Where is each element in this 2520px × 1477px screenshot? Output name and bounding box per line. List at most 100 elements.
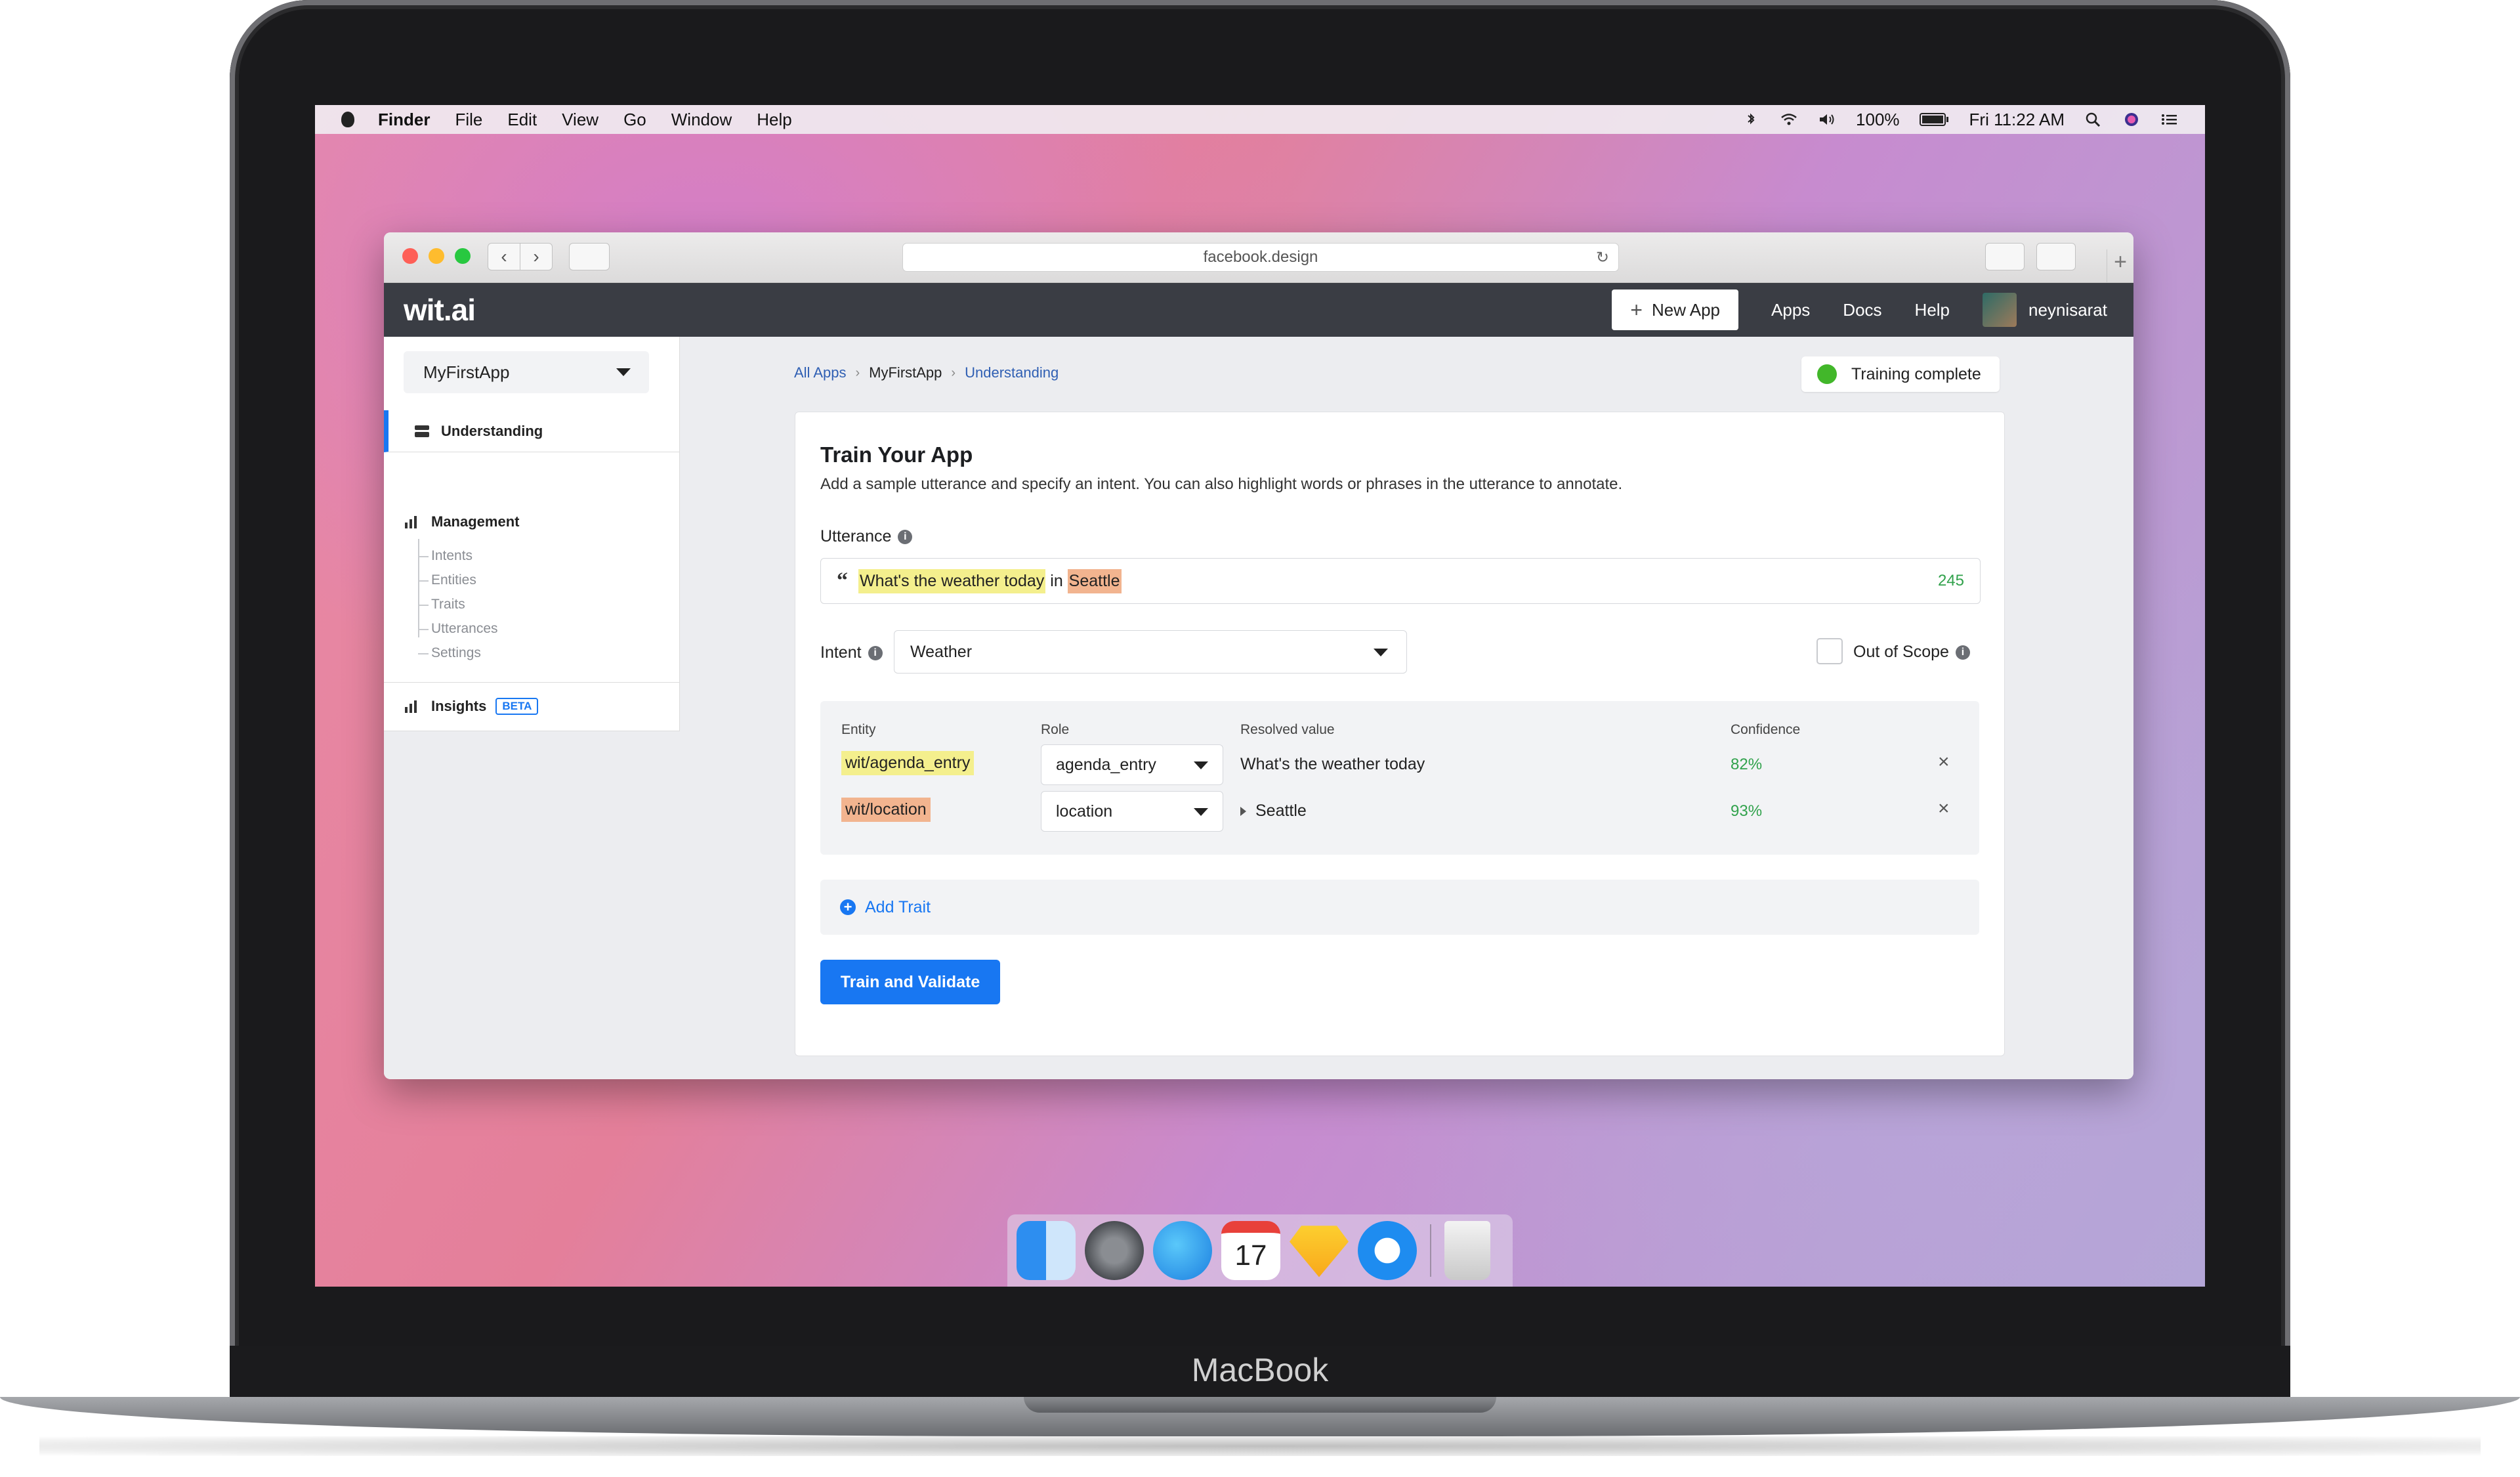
sidebar-item-intents[interactable]: Intents — [431, 548, 472, 564]
share-icon[interactable] — [1985, 243, 2025, 270]
username[interactable]: neynisarat — [2028, 300, 2107, 320]
train-card: Train Your App Add a sample utterance an… — [795, 412, 2005, 1056]
close-window-button[interactable] — [402, 248, 418, 264]
entity-tag-location[interactable]: wit/location — [841, 798, 931, 822]
sketch-icon[interactable] — [1290, 1226, 1349, 1277]
battery-percent: 100% — [1856, 109, 1900, 129]
expand-triangle-icon — [1240, 807, 1246, 817]
resolved-value: What's the weather today — [1240, 755, 1425, 773]
laptop-notch — [1024, 1397, 1496, 1413]
sidebar-item-traits[interactable]: Traits — [431, 597, 465, 612]
sidebar-item-understanding[interactable]: Understanding — [384, 410, 679, 452]
menu-help[interactable]: Help — [757, 110, 791, 130]
wit-logo[interactable]: wit.ai — [404, 292, 476, 328]
page-title: Train Your App — [820, 442, 973, 467]
nav-help[interactable]: Help — [1915, 300, 1950, 320]
menu-window[interactable]: Window — [671, 110, 732, 130]
out-of-scope-checkbox[interactable] — [1816, 638, 1843, 664]
menu-go[interactable]: Go — [623, 110, 646, 130]
sidebar-item-label: Insights — [431, 698, 487, 714]
confidence-value: 82% — [1731, 756, 1763, 773]
nav-apps[interactable]: Apps — [1771, 300, 1810, 320]
column-header-role: Role — [1041, 722, 1070, 737]
utterance-label-text: Utterance — [820, 527, 892, 546]
nav-docs[interactable]: Docs — [1843, 300, 1881, 320]
new-tab-icon[interactable]: + — [2107, 249, 2133, 282]
reload-icon[interactable]: ↻ — [1596, 248, 1609, 267]
info-icon[interactable]: i — [898, 529, 913, 544]
menu-file[interactable]: File — [455, 110, 482, 130]
info-icon[interactable]: i — [1955, 645, 1970, 660]
sidebar-item-management[interactable]: Management — [384, 509, 679, 535]
siri-icon[interactable] — [2122, 112, 2141, 127]
character-count: 245 — [1937, 572, 1964, 589]
sidebar: MyFirstApp Understanding Management Inte — [384, 337, 680, 731]
messages-icon[interactable] — [1153, 1221, 1212, 1280]
resolved-value[interactable]: Seattle — [1240, 802, 1307, 821]
minimize-window-button[interactable] — [429, 248, 444, 264]
chevron-right-icon: › — [855, 365, 860, 380]
beta-badge: BETA — [495, 698, 539, 715]
chevron-down-icon — [1194, 808, 1208, 816]
sidebar-item-settings[interactable]: Settings — [431, 645, 481, 661]
back-button[interactable]: ‹ — [488, 243, 520, 270]
breadcrumb-all-apps[interactable]: All Apps — [794, 364, 847, 381]
sidebar-item-utterances[interactable]: Utterances — [431, 621, 498, 637]
avatar[interactable] — [1983, 293, 2017, 327]
resolved-value-text: Seattle — [1255, 802, 1307, 820]
zoom-window-button[interactable] — [455, 248, 471, 264]
tree-branch — [418, 556, 429, 557]
app-selector-value: MyFirstApp — [423, 362, 510, 382]
tabs-icon[interactable] — [2036, 243, 2076, 270]
breadcrumb-app[interactable]: MyFirstApp — [869, 364, 942, 381]
status-badge: Training complete — [1801, 356, 2000, 392]
battery-icon[interactable] — [1919, 112, 1950, 127]
bluetooth-icon[interactable] — [1742, 112, 1760, 127]
apple-icon[interactable] — [341, 112, 354, 127]
tree-line — [418, 539, 419, 637]
menubar-clock[interactable]: Fri 11:22 AM — [1969, 110, 2065, 130]
address-bar[interactable]: facebook.design ↻ — [902, 243, 1619, 272]
new-app-button[interactable]: + New App — [1612, 289, 1739, 330]
menu-view[interactable]: View — [562, 110, 598, 130]
status-label: Training complete — [1851, 364, 1981, 383]
utterance-highlight-location[interactable]: Seattle — [1067, 568, 1122, 593]
app-selector[interactable]: MyFirstApp — [404, 351, 649, 393]
notification-center-icon[interactable] — [2160, 112, 2179, 127]
sidebar-item-insights[interactable]: Insights BETA — [384, 693, 679, 719]
spotlight-search-icon[interactable] — [2084, 112, 2103, 127]
tree-branch — [418, 653, 429, 654]
intent-select[interactable]: Weather — [894, 630, 1407, 674]
understanding-icon — [415, 425, 429, 437]
sidebar-toggle-icon[interactable] — [569, 243, 610, 270]
calendar-icon[interactable]: 17 — [1221, 1221, 1280, 1280]
train-validate-button[interactable]: Train and Validate — [820, 960, 1000, 1004]
dock-separator — [1430, 1224, 1431, 1277]
forward-button[interactable]: › — [520, 243, 553, 270]
volume-icon[interactable] — [1818, 112, 1836, 127]
system-preferences-icon[interactable] — [1085, 1221, 1144, 1280]
utterance-input[interactable]: “ What's the weather today in Seattle 24… — [820, 558, 1981, 604]
new-app-label: New App — [1651, 299, 1721, 320]
plus-icon: + — [1630, 297, 1643, 322]
finder-icon[interactable] — [1017, 1221, 1076, 1280]
sidebar-item-entities[interactable]: Entities — [431, 572, 476, 588]
add-trait-button[interactable]: + Add Trait — [820, 880, 1979, 935]
menu-edit[interactable]: Edit — [507, 110, 537, 130]
wifi-icon[interactable] — [1780, 112, 1798, 127]
entity-tag-agenda[interactable]: wit/agenda_entry — [841, 751, 975, 775]
menu-finder[interactable]: Finder — [378, 110, 430, 130]
remove-entity-icon[interactable]: × — [1938, 798, 1950, 820]
utterance-highlight-agenda[interactable]: What's the weather today — [858, 568, 1046, 593]
confidence-value: 93% — [1731, 802, 1763, 820]
app-icon[interactable] — [1358, 1221, 1417, 1280]
trash-icon[interactable] — [1444, 1221, 1490, 1280]
dock: 17 — [1007, 1214, 1513, 1287]
breadcrumb-page[interactable]: Understanding — [965, 364, 1059, 381]
role-select-location[interactable]: location — [1041, 791, 1223, 832]
info-icon[interactable]: i — [868, 645, 883, 660]
sidebar-item-label: Management — [431, 513, 520, 530]
breadcrumb: All Apps › MyFirstApp › Understanding — [794, 364, 1059, 381]
remove-entity-icon[interactable]: × — [1938, 751, 1950, 773]
role-select-agenda[interactable]: agenda_entry — [1041, 744, 1223, 785]
